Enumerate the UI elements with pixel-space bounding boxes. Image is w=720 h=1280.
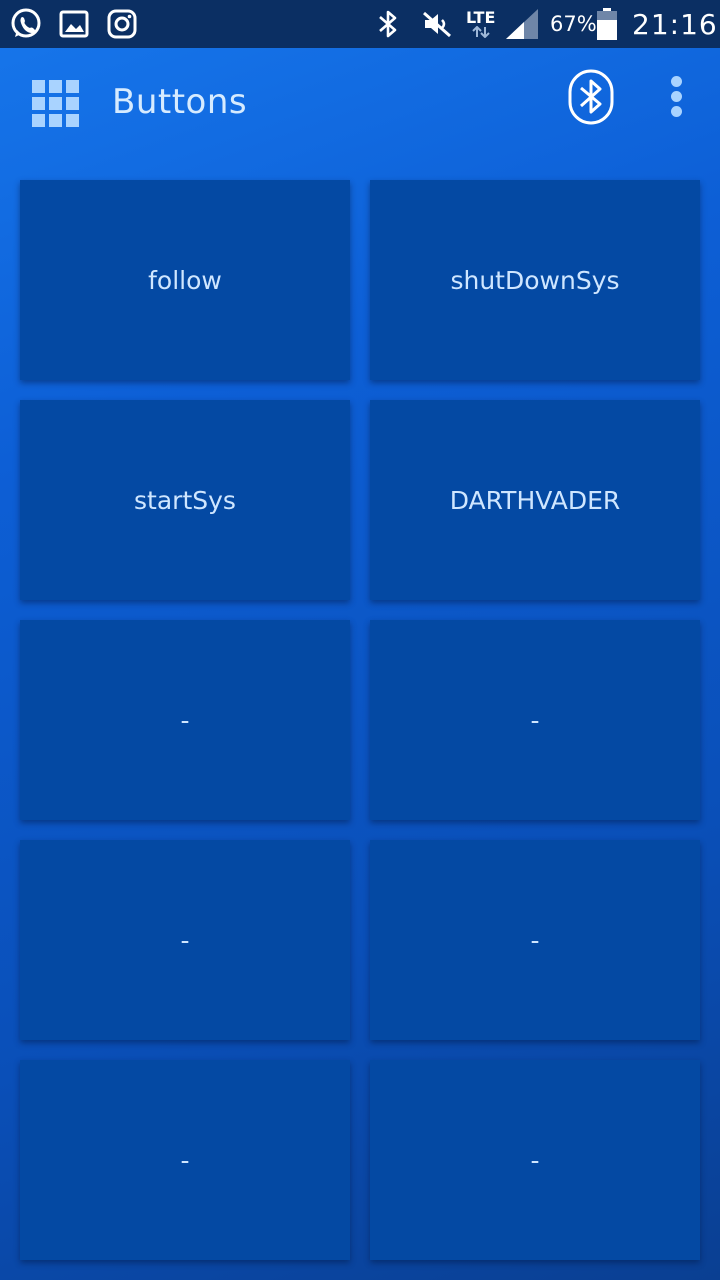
whatsapp-icon: [8, 0, 44, 48]
network-indicator: LTE: [466, 0, 495, 48]
mute-icon: [420, 0, 454, 48]
battery-icon: [596, 0, 618, 48]
command-button-empty[interactable]: -: [20, 840, 350, 1040]
command-button-darthvader[interactable]: DARTHVADER: [370, 400, 700, 600]
clock: 21:16: [632, 7, 718, 41]
command-button-empty[interactable]: -: [370, 840, 700, 1040]
command-button-empty[interactable]: -: [370, 1060, 700, 1260]
grid-menu-icon[interactable]: [32, 80, 80, 128]
command-button-empty[interactable]: -: [20, 620, 350, 820]
battery-percentage: 67%: [550, 12, 597, 36]
command-button-empty[interactable]: -: [370, 620, 700, 820]
signal-icon: [504, 0, 540, 48]
page-title: Buttons: [112, 82, 248, 122]
command-button-startsys[interactable]: startSys: [20, 400, 350, 600]
command-button-shutdownsys[interactable]: shutDownSys: [370, 180, 700, 380]
bluetooth-connect-button[interactable]: [566, 68, 616, 126]
gallery-icon: [58, 0, 90, 48]
more-vert-icon[interactable]: [660, 72, 694, 122]
bluetooth-icon: [568, 69, 614, 125]
app-bar: Buttons: [0, 48, 720, 160]
bluetooth-icon: [376, 0, 400, 48]
instagram-icon: [106, 0, 138, 48]
status-bar: LTE 67% 21:16: [0, 0, 720, 48]
command-button-empty[interactable]: -: [20, 1060, 350, 1260]
network-type-label: LTE: [466, 8, 496, 27]
data-arrows-icon: [471, 26, 490, 38]
command-button-follow[interactable]: follow: [20, 180, 350, 380]
